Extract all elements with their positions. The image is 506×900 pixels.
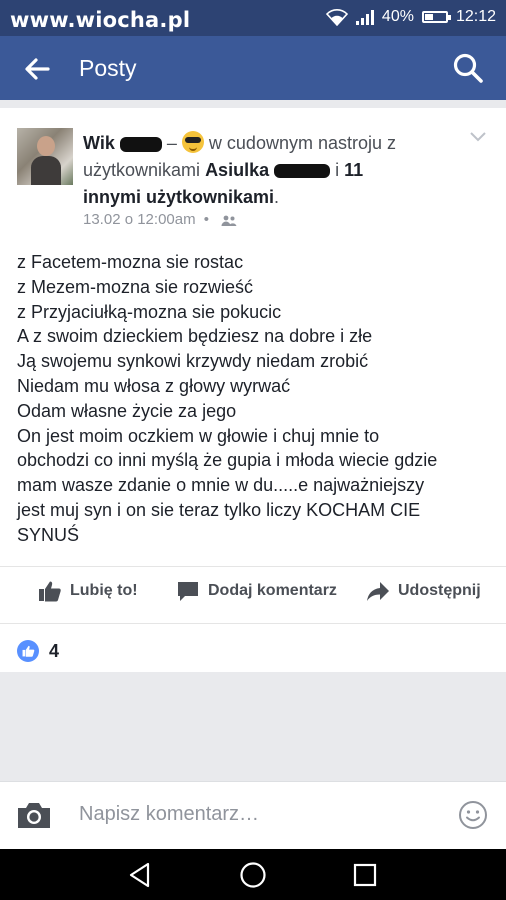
- status-icons: 40% 12:12: [325, 8, 496, 26]
- watermark: www.wiocha.pl: [10, 8, 191, 32]
- like-reaction-icon: [17, 640, 39, 662]
- comment-input[interactable]: [79, 803, 429, 826]
- comment-icon: [178, 582, 198, 601]
- dash: –: [166, 133, 177, 153]
- arrow-back-icon[interactable]: [22, 54, 52, 84]
- comment-label: Dodaj komentarz: [208, 582, 337, 599]
- feeling-text: w cudownym nastroju z: [208, 133, 396, 153]
- share-arrow-icon: [367, 582, 389, 601]
- like-label: Lubię to!: [70, 582, 138, 599]
- post-actions: Lubię to! Dodaj komentarz Udostępnij: [0, 580, 506, 610]
- clock: 12:12: [455, 8, 496, 25]
- period: .: [274, 187, 280, 207]
- feeling-emoji: [181, 131, 204, 153]
- reactions-summary[interactable]: 4: [17, 640, 59, 662]
- avatar[interactable]: [17, 128, 73, 185]
- friends-icon: [221, 215, 237, 226]
- signal-icon: [355, 9, 374, 25]
- with-prefix: użytkownikami: [83, 160, 201, 180]
- meta-separator: •: [203, 211, 210, 228]
- body-line: SYNUŚ: [17, 524, 80, 545]
- wifi-icon: [325, 9, 348, 26]
- share-label: Udostępnij: [398, 582, 481, 599]
- post-meta: 13.02 o 12:00am •: [83, 211, 237, 228]
- divider: [0, 566, 506, 567]
- post-body: z Facetem-mozna sie rostac z Mezem-mozna…: [17, 250, 492, 548]
- body-line: On jest moim oczkiem w głowie i chuj mni…: [17, 425, 380, 446]
- comment-composer: [0, 781, 506, 850]
- body-line: mam wasze zdanie o mnie w du.....e najwa…: [17, 475, 425, 496]
- divider: [0, 623, 506, 624]
- navigation-bar: [0, 849, 506, 900]
- body-line: Niedam mu włosa z głowy wyrwać: [17, 375, 291, 396]
- and-text: i: [335, 160, 340, 180]
- battery-icon: [421, 11, 451, 23]
- nav-back-icon[interactable]: [126, 861, 154, 889]
- camera-icon[interactable]: [16, 800, 52, 830]
- chevron-down-icon[interactable]: [470, 130, 486, 142]
- status-bar: www.wiocha.pl 40% 12:12: [0, 0, 506, 36]
- nav-home-icon[interactable]: [239, 861, 267, 889]
- like-count: 4: [49, 640, 60, 661]
- post-header: Wik – w cudownym nastroju z użytkownikam…: [83, 130, 423, 211]
- body-line: z Przyjaciułką-mozna sie pokucic: [17, 301, 282, 322]
- comment-button[interactable]: Dodaj komentarz: [176, 580, 337, 602]
- share-button[interactable]: Udostępnij: [366, 580, 481, 602]
- post-card: Wik – w cudownym nastroju z użytkownikam…: [0, 108, 506, 672]
- body-line: Ją swojemu synkowi krzywdy niedam zrobić: [17, 351, 369, 372]
- body-line: z Mezem-mozna sie rozwieść: [17, 276, 254, 297]
- body-line: z Facetem-mozna sie rostac: [17, 252, 244, 272]
- nav-recents-icon[interactable]: [351, 861, 379, 889]
- page-title: Posty: [79, 55, 137, 81]
- battery-percent: 40%: [381, 8, 414, 25]
- like-button[interactable]: Lubię to!: [38, 580, 138, 602]
- post-date[interactable]: 13.02 o 12:00am: [83, 211, 196, 228]
- redaction-mark: [274, 164, 331, 179]
- body-line: jest muj syn i on sie teraz tylko liczy …: [17, 499, 421, 520]
- thumbs-up-icon: [39, 581, 61, 602]
- emoji-icon[interactable]: [458, 800, 488, 830]
- body-line: Odam własne życie za jego: [17, 400, 237, 421]
- body-line: obchodzi co inni myślą że gupia i młoda …: [17, 450, 438, 471]
- redaction-mark: [119, 136, 162, 152]
- body-line: A z swoim dzieckiem będziesz na dobre i …: [17, 326, 373, 347]
- search-icon[interactable]: [452, 52, 484, 84]
- author-name[interactable]: Wik: [83, 133, 115, 153]
- app-bar: Posty: [0, 36, 506, 100]
- tagged-user[interactable]: Asiulka: [205, 160, 269, 180]
